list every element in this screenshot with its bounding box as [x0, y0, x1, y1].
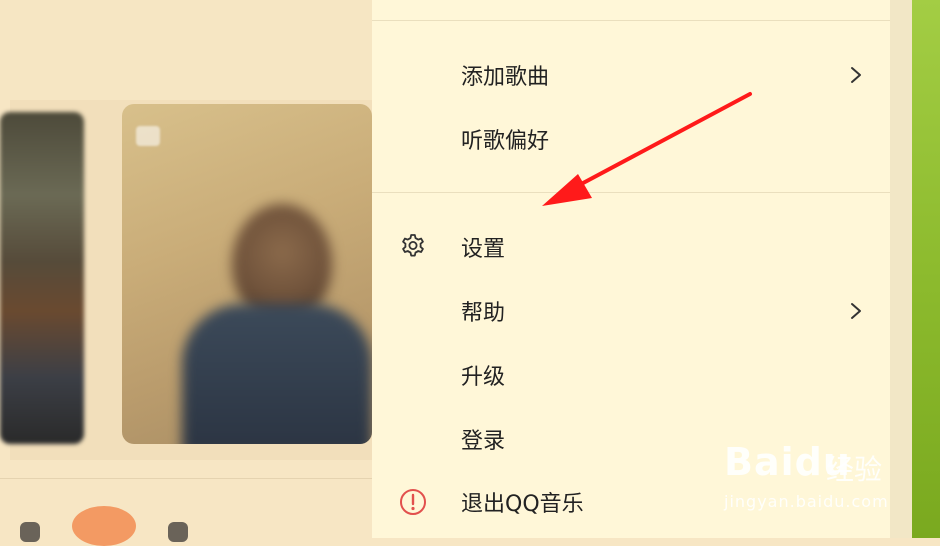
bottom-icon[interactable] [168, 522, 188, 542]
background-area [0, 0, 372, 100]
menu-item-label: 退出QQ音乐 [461, 492, 584, 517]
avatar[interactable] [72, 506, 136, 546]
album-thumbnail[interactable] [122, 104, 372, 444]
exit-icon [400, 489, 426, 515]
bottom-icon[interactable] [20, 522, 40, 542]
gear-icon [402, 234, 424, 257]
desktop-background [912, 0, 940, 538]
thumbnail-portrait-body [182, 304, 372, 444]
menu-item-label: 设置 [461, 237, 506, 262]
divider [0, 478, 372, 479]
chevron-right-icon [851, 303, 861, 319]
window-edge [890, 0, 912, 538]
menu-divider [372, 20, 890, 21]
menu-item-help[interactable]: 帮助 [372, 283, 890, 339]
chevron-right-icon [851, 67, 861, 83]
menu-item-exit[interactable]: 退出QQ音乐 [372, 474, 890, 530]
menu-item-upgrade[interactable]: 升级 [372, 347, 890, 403]
album-thumbnail[interactable] [0, 112, 84, 444]
menu-item-login[interactable]: 登录 [372, 411, 890, 467]
menu-item-label: 登录 [461, 429, 506, 454]
menu-item-label: 帮助 [461, 301, 506, 326]
annotation-arrow-icon [542, 92, 752, 206]
menu-item-label: 升级 [461, 365, 506, 390]
thumbnail-badge [136, 126, 160, 146]
context-menu: 添加歌曲 听歌偏好 设置 帮助 升级 登录 退出QQ音乐 [372, 0, 890, 538]
menu-item-settings[interactable]: 设置 [372, 219, 890, 275]
